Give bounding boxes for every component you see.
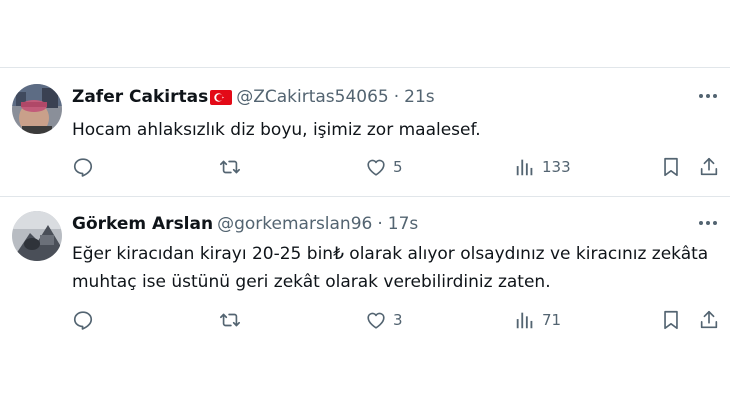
post-2[interactable]: Görkem Arslan @gorkemarslan96 · 17s Eğer… xyxy=(0,0,730,360)
views-button[interactable]: 71 xyxy=(514,307,561,333)
separator-dot: · xyxy=(377,214,383,234)
post-text-line: muhtaç ise üstünü geri zekât olarak vere… xyxy=(72,272,551,292)
repost-icon xyxy=(218,309,242,331)
share-icon xyxy=(698,309,720,331)
reply-button[interactable] xyxy=(72,307,100,333)
like-count: 3 xyxy=(393,311,403,329)
avatar[interactable] xyxy=(12,211,62,261)
post-text: Eğer kiracıdan kirayı 20-25 bin₺ olarak … xyxy=(72,240,722,296)
display-name[interactable]: Görkem Arslan xyxy=(72,214,213,234)
action-bar: 3 71 xyxy=(0,307,730,333)
share-button[interactable] xyxy=(698,307,720,333)
like-icon xyxy=(365,309,387,331)
like-button[interactable]: 3 xyxy=(365,307,403,333)
views-count: 71 xyxy=(542,311,562,329)
timestamp[interactable]: 17s xyxy=(388,214,419,234)
bookmark-button[interactable] xyxy=(660,307,682,333)
more-icon[interactable] xyxy=(698,213,718,233)
views-icon xyxy=(514,309,536,331)
post-text-line: Eğer kiracıdan kirayı 20-25 bin₺ olarak … xyxy=(72,244,709,264)
reply-icon xyxy=(72,309,94,331)
bookmark-icon xyxy=(660,309,682,331)
post-header: Görkem Arslan @gorkemarslan96 · 17s xyxy=(72,211,418,237)
repost-button[interactable] xyxy=(218,307,248,333)
handle[interactable]: @gorkemarslan96 xyxy=(217,214,372,234)
